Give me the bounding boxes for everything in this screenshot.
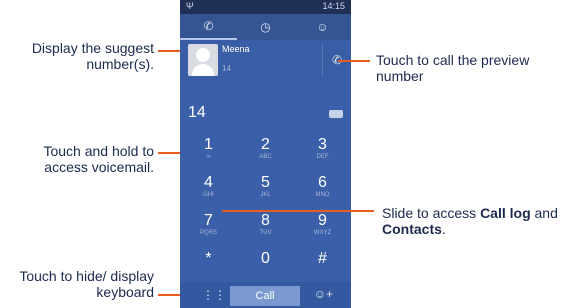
add-contact-icon[interactable]: ☺+ (314, 287, 333, 301)
key-7[interactable]: 7 PQRS (180, 212, 237, 246)
key-0[interactable]: 0 (237, 250, 294, 284)
annotation-line-slide (222, 210, 374, 212)
annotation-suggest: Display the suggest number(s). (31, 40, 154, 72)
status-bar: Ψ 14:15 (180, 0, 351, 14)
suggested-contact[interactable]: Meena 14 ✆ (180, 40, 351, 80)
phone-icon: ✆ (203, 19, 214, 33)
key-hash[interactable]: # (294, 250, 351, 284)
key-5[interactable]: 5 JKL (237, 174, 294, 208)
status-time: 14:15 (322, 1, 345, 11)
key-2[interactable]: 2 ABC (237, 136, 294, 170)
key-3[interactable]: 3 DEF (294, 136, 351, 170)
call-button[interactable]: Call (230, 286, 300, 306)
tab-call-log[interactable]: ◷ (237, 14, 294, 40)
key-star[interactable]: * (180, 250, 237, 284)
key-6[interactable]: 6 MNO (294, 174, 351, 208)
tab-bar: ✆ ◷ ☺ (180, 14, 351, 40)
bottom-bar: ⋮⋮ Call ☺+ (180, 282, 351, 308)
avatar (188, 44, 218, 76)
key-8[interactable]: 8 TUV (237, 212, 294, 246)
phone-screen: Ψ 14:15 ✆ ◷ ☺ Meena 14 ✆ 14 1 ∞ 2 ABC 3 DEF… (180, 0, 351, 308)
status-left: Ψ (186, 1, 194, 11)
backspace-icon[interactable] (329, 110, 343, 118)
annotation-slide: Slide to access Call log and Contacts. (382, 205, 558, 237)
contacts-icon: ☺ (316, 20, 329, 34)
key-1[interactable]: 1 ∞ (180, 136, 237, 170)
tab-phone[interactable]: ✆ (180, 14, 237, 40)
annotation-line-preview (338, 60, 370, 62)
suggested-name: Meena (222, 44, 250, 54)
annotation-preview: Touch to call the preview number (376, 52, 530, 84)
tab-contacts[interactable]: ☺ (294, 14, 351, 40)
key-9[interactable]: 9 WXYZ (294, 212, 351, 246)
dialed-digits: 14 (188, 104, 206, 121)
key-4[interactable]: 4 GHI (180, 174, 237, 208)
annotation-keyboard: Touch to hide/ display keyboard (19, 268, 154, 300)
suggested-number: 14 (222, 64, 231, 73)
dialpad-toggle-icon[interactable]: ⋮⋮ (202, 288, 226, 302)
annotation-voicemail: Touch and hold to access voicemail. (43, 143, 154, 175)
clock-icon: ◷ (260, 20, 271, 34)
